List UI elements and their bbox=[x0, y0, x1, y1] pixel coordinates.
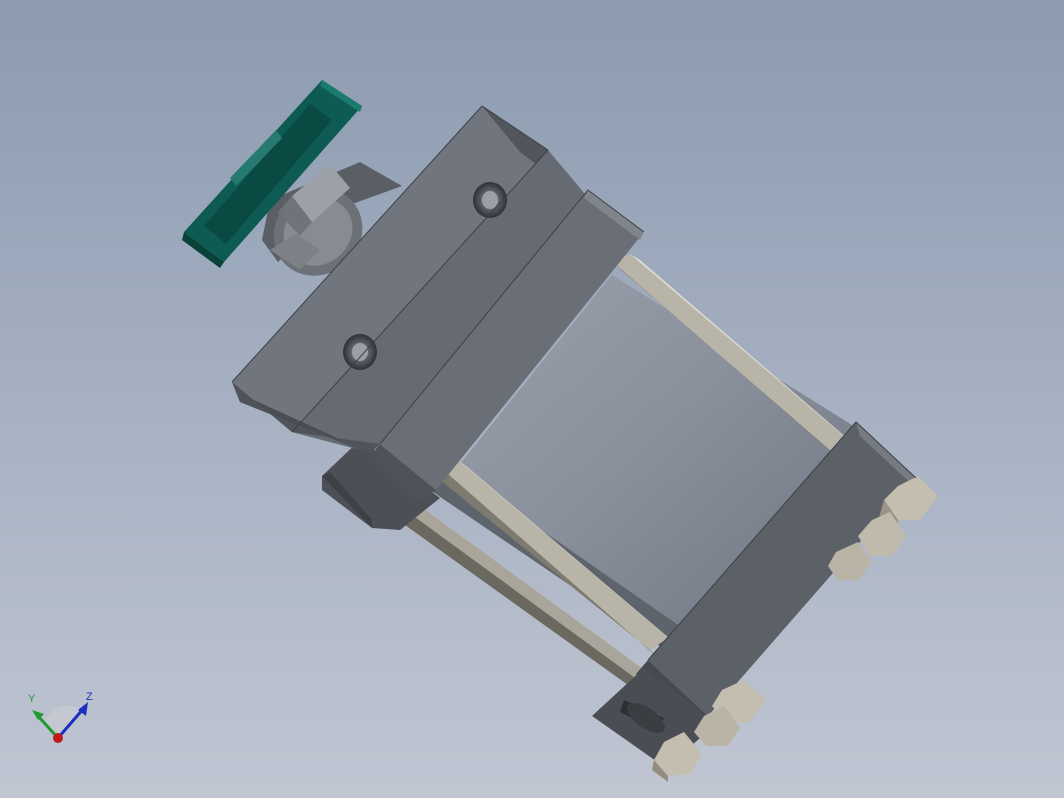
port-lower[interactable] bbox=[343, 334, 377, 370]
triad-z-label: Z bbox=[86, 691, 93, 703]
triad-y-label: Y bbox=[28, 693, 36, 705]
triad-x-axis bbox=[53, 733, 63, 743]
cylinder-assembly-model[interactable] bbox=[0, 0, 1064, 798]
orientation-triad[interactable]: Y Z bbox=[20, 684, 100, 748]
graphics-viewport[interactable]: Y Z bbox=[0, 0, 1064, 798]
port-upper[interactable] bbox=[473, 182, 507, 218]
